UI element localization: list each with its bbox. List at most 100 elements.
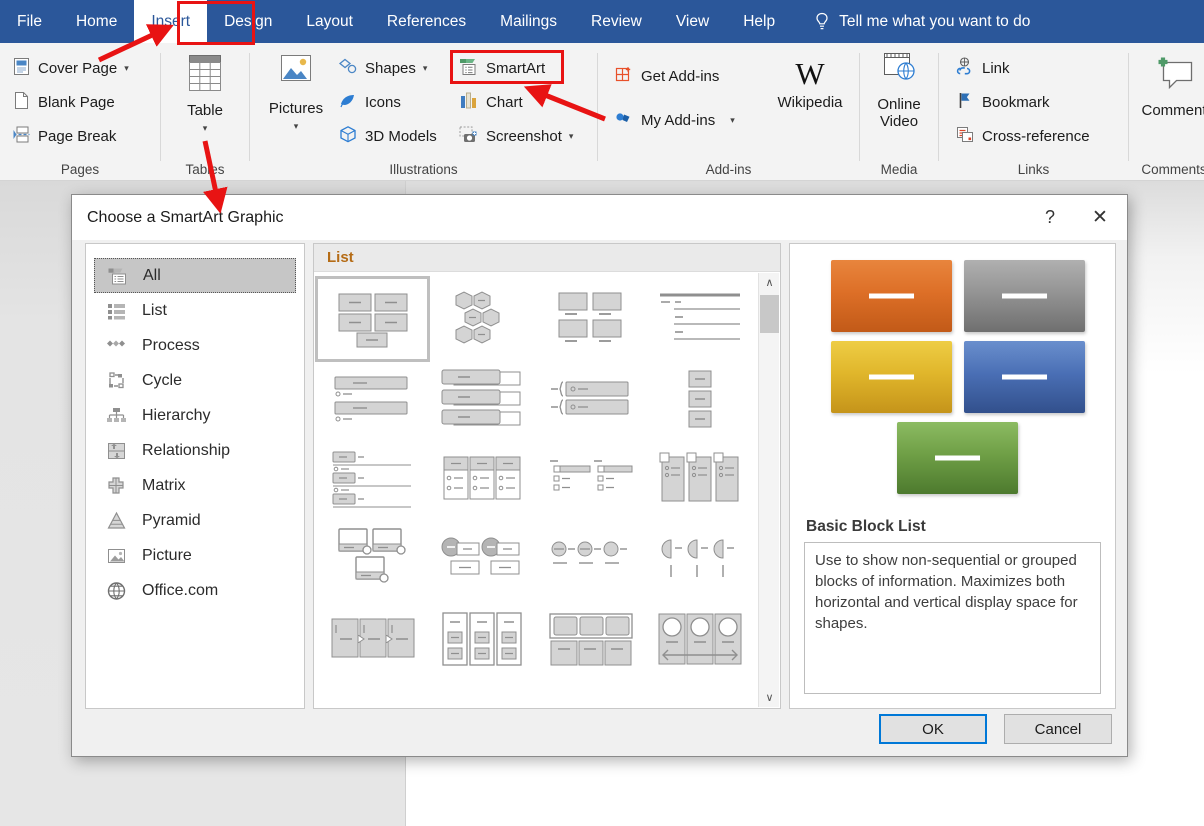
link-button[interactable]: Link xyxy=(955,53,1010,83)
category-item-list[interactable]: List xyxy=(94,293,296,328)
category-label-list: List xyxy=(142,302,167,320)
tab-references[interactable]: References xyxy=(370,0,483,43)
tell-me-box[interactable]: Tell me what you want to do xyxy=(814,12,1030,32)
gallery-item-hierarchy-list[interactable] xyxy=(645,599,754,679)
tab-layout[interactable]: Layout xyxy=(289,0,370,43)
help-button[interactable]: ? xyxy=(1029,201,1071,233)
my-addins-button[interactable]: My Add-ins ▾ xyxy=(614,105,735,135)
ok-button[interactable]: OK xyxy=(879,714,987,744)
category-item-cycle[interactable]: Cycle xyxy=(94,363,296,398)
tab-design[interactable]: Design xyxy=(207,0,289,43)
cancel-button[interactable]: Cancel xyxy=(1004,714,1112,744)
group-label-links: Links xyxy=(939,162,1128,177)
gallery-item-lined-list[interactable] xyxy=(645,279,754,359)
gallery-item-picture-caption-list[interactable] xyxy=(536,279,645,359)
screenshot-dropdown-icon[interactable]: ▾ xyxy=(569,132,574,140)
gallery-item-alternating-hexagons[interactable] xyxy=(427,279,536,359)
category-item-hierarchy[interactable]: Hierarchy xyxy=(94,398,296,433)
cover-page-button[interactable]: Cover Page ▾ xyxy=(12,53,129,83)
gallery-item-table-list[interactable] xyxy=(536,599,645,679)
gallery-item-basic-block-list[interactable] xyxy=(318,279,427,359)
table-dropdown-icon[interactable]: ▾ xyxy=(203,124,208,132)
gallery-item-titled-matrix-list[interactable] xyxy=(427,599,536,679)
category-item-matrix[interactable]: Matrix xyxy=(94,468,296,503)
ribbon-body: Cover Page ▾ Blank Page Page Break Pages xyxy=(0,43,1204,181)
gallery-item-detailed-process[interactable] xyxy=(318,439,427,519)
pyramid-icon xyxy=(106,511,128,531)
scroll-down-icon[interactable]: ∨ xyxy=(759,688,780,707)
tab-help[interactable]: Help xyxy=(726,0,792,43)
tab-mailings[interactable]: Mailings xyxy=(483,0,574,43)
preview-block-yellow xyxy=(831,341,952,413)
tab-review[interactable]: Review xyxy=(574,0,659,43)
gallery-item-continuous-picture-list[interactable] xyxy=(318,599,427,679)
gallery-item-vertical-picture-list[interactable] xyxy=(536,519,645,599)
category-item-process[interactable]: Process xyxy=(94,328,296,363)
preview-description: Use to show non-sequential or grouped bl… xyxy=(804,542,1101,694)
bookmark-label: Bookmark xyxy=(982,94,1050,111)
table-icon xyxy=(183,53,227,99)
tab-view[interactable]: View xyxy=(659,0,726,43)
blank-page-icon xyxy=(12,91,31,114)
wikipedia-button[interactable]: W Wikipedia xyxy=(764,57,856,111)
group-label-illustrations: Illustrations xyxy=(250,162,597,177)
get-addins-icon xyxy=(614,65,634,88)
gallery-item-vertical-chevron-list[interactable] xyxy=(645,359,754,439)
page-break-button[interactable]: Page Break xyxy=(12,121,116,151)
smartart-button[interactable]: SmartArt xyxy=(458,53,545,83)
my-addins-dropdown-icon[interactable]: ▾ xyxy=(730,116,735,124)
category-item-all[interactable]: All xyxy=(94,258,296,293)
gallery-item-vertical-box-list[interactable] xyxy=(427,359,536,439)
cross-reference-button[interactable]: Cross-reference xyxy=(955,121,1090,151)
preview-block-green xyxy=(897,422,1018,494)
preview-pane: Basic Block List Use to show non-sequent… xyxy=(789,243,1116,709)
preview-block-dash xyxy=(1002,375,1048,380)
gallery-item-vertical-bracket-list[interactable] xyxy=(536,359,645,439)
my-addins-label: My Add-ins xyxy=(641,112,715,129)
blank-page-button[interactable]: Blank Page xyxy=(12,87,115,117)
table-button[interactable]: Table ▾ xyxy=(161,53,249,132)
pictures-dropdown-icon[interactable]: ▾ xyxy=(294,122,299,130)
chart-button[interactable]: Chart xyxy=(458,87,523,117)
scroll-up-icon[interactable]: ∧ xyxy=(759,273,780,292)
cover-page-dropdown-icon[interactable]: ▾ xyxy=(124,64,129,72)
new-comment-button[interactable]: Comment xyxy=(1129,55,1204,119)
gallery-item-vertical-picture-accent-list[interactable] xyxy=(645,519,754,599)
tab-insert[interactable]: Insert xyxy=(134,0,207,43)
gallery-item-horizontal-bullet-list[interactable] xyxy=(536,439,645,519)
online-video-button[interactable]: Online Video xyxy=(860,51,938,130)
gallery-item-bending-picture-blocks[interactable] xyxy=(427,519,536,599)
gallery-item-picture-accent-list[interactable] xyxy=(318,519,427,599)
tab-file[interactable]: File xyxy=(0,0,59,43)
pictures-button[interactable]: Pictures ▾ xyxy=(260,53,332,130)
gallery-item-square-accent-list[interactable] xyxy=(645,439,754,519)
category-item-picture[interactable]: Picture xyxy=(94,538,296,573)
gallery-item-grouped-list[interactable] xyxy=(427,439,536,519)
category-item-pyramid[interactable]: Pyramid xyxy=(94,503,296,538)
bookmark-button[interactable]: Bookmark xyxy=(955,87,1050,117)
cover-page-label: Cover Page xyxy=(38,60,117,77)
get-addins-button[interactable]: Get Add-ins xyxy=(614,61,719,91)
category-item-relationship[interactable]: Relationship xyxy=(94,433,296,468)
online-video-label-line2: Video xyxy=(880,113,918,130)
cycle-icon xyxy=(106,371,128,391)
preview-title: Basic Block List xyxy=(806,518,1115,536)
close-button[interactable]: ✕ xyxy=(1079,201,1121,233)
shapes-dropdown-icon[interactable]: ▾ xyxy=(423,64,428,72)
tab-home[interactable]: Home xyxy=(59,0,134,43)
screenshot-button[interactable]: Screenshot ▾ xyxy=(458,121,573,151)
picture-icon xyxy=(106,546,128,566)
hierarchy-icon xyxy=(106,406,128,426)
category-item-office-com[interactable]: Office.com xyxy=(94,573,296,608)
ribbon-group-comments: Comment Comments xyxy=(1129,43,1204,181)
matrix-icon xyxy=(106,476,128,496)
category-label-relationship: Relationship xyxy=(142,442,230,460)
gallery-scrollbar[interactable]: ∧ ∨ xyxy=(758,273,779,707)
gallery-item-vertical-bullet-list[interactable] xyxy=(318,359,427,439)
scrollbar-thumb[interactable] xyxy=(760,295,779,333)
3d-models-button[interactable]: 3D Models xyxy=(338,121,437,151)
preview-block-dash xyxy=(1002,294,1048,299)
shapes-button[interactable]: Shapes ▾ xyxy=(338,53,427,83)
screenshot-label: Screenshot xyxy=(486,128,562,145)
icons-button[interactable]: Icons xyxy=(338,87,401,117)
